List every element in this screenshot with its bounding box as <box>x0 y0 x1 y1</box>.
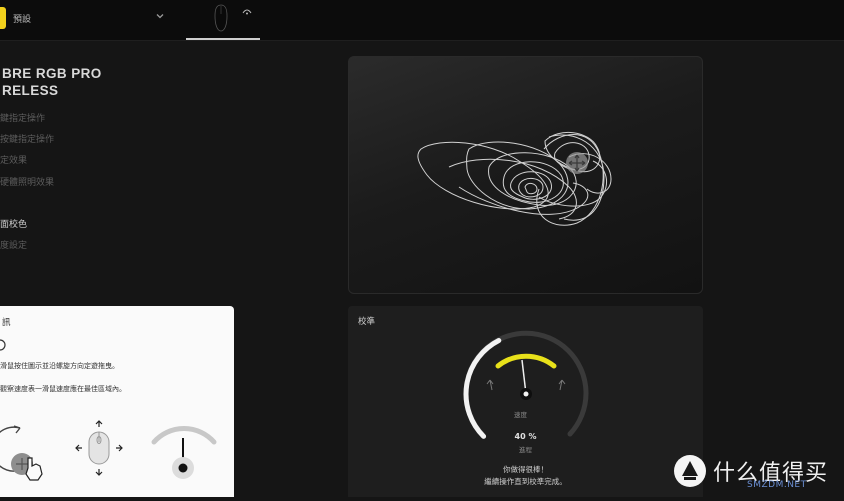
device-name-line2: RELESS <box>2 83 59 98</box>
help-title: 訊 <box>2 318 11 328</box>
instruction-message: 繼續操作直到校準完成。 <box>484 477 567 486</box>
scribble-trace <box>417 131 612 226</box>
profile-color-badge <box>0 7 6 29</box>
watermark-sub: SMZDM.NET <box>747 480 807 490</box>
device-tab[interactable] <box>186 0 260 40</box>
device-name: BRE RGB PRO RELESS <box>2 65 102 99</box>
feedback-message: 你做得很棒！ <box>503 465 548 474</box>
menu-key-assignment[interactable]: 鍵指定操作 <box>0 111 45 124</box>
calibration-panel: 校準 速度 40 % 進程 你做得很棒！ 繼續操作直到校準完成。 <box>348 306 703 497</box>
menu-hardware-lighting[interactable]: 硬體照明效果 <box>0 175 54 188</box>
chevron-down-icon[interactable] <box>154 10 166 22</box>
arrow-left-icon <box>486 379 494 391</box>
device-name-line1: BRE RGB PRO <box>2 66 102 81</box>
wireless-icon <box>242 0 252 15</box>
arrow-right-icon <box>558 379 566 391</box>
gauge-progress <box>463 338 502 439</box>
spiral-drag-illustration <box>0 418 60 497</box>
speed-gauge-illustration <box>150 424 220 497</box>
menu-surface-calibration[interactable]: 面校色 <box>0 217 27 230</box>
progress-value: 40 % <box>514 432 537 441</box>
drag-handle-icon[interactable] <box>566 152 588 174</box>
top-bar: 預設 <box>0 0 844 41</box>
close-icon[interactable] <box>0 336 10 351</box>
mouse-move-illustration <box>74 418 124 478</box>
help-instruction-1: 滑鼠按住圖示並沿螺旋方向定遊拖曳。 <box>0 362 119 370</box>
help-panel: 訊 滑鼠按住圖示並沿螺旋方向定遊拖曳。 觀察速度表一滑鼠速度應在最佳區域內。 <box>0 306 234 497</box>
calibration-surface-area[interactable] <box>348 56 703 294</box>
speed-label: 速度 <box>514 411 527 419</box>
menu-effects[interactable]: 定效果 <box>0 153 27 166</box>
logo-icon <box>673 454 707 488</box>
menu-settings[interactable]: 度設定 <box>0 238 27 251</box>
mouse-icon <box>214 4 228 32</box>
profile-dropdown-label[interactable]: 預設 <box>13 12 31 25</box>
progress-label: 進程 <box>519 446 532 454</box>
help-instruction-2: 觀察速度表一滑鼠速度應在最佳區域內。 <box>0 385 126 393</box>
optimal-zone <box>495 353 557 369</box>
menu-button-assignment[interactable]: 按鍵指定操作 <box>0 132 54 145</box>
watermark: 什么值得买 SMZDM.NET <box>671 452 844 497</box>
